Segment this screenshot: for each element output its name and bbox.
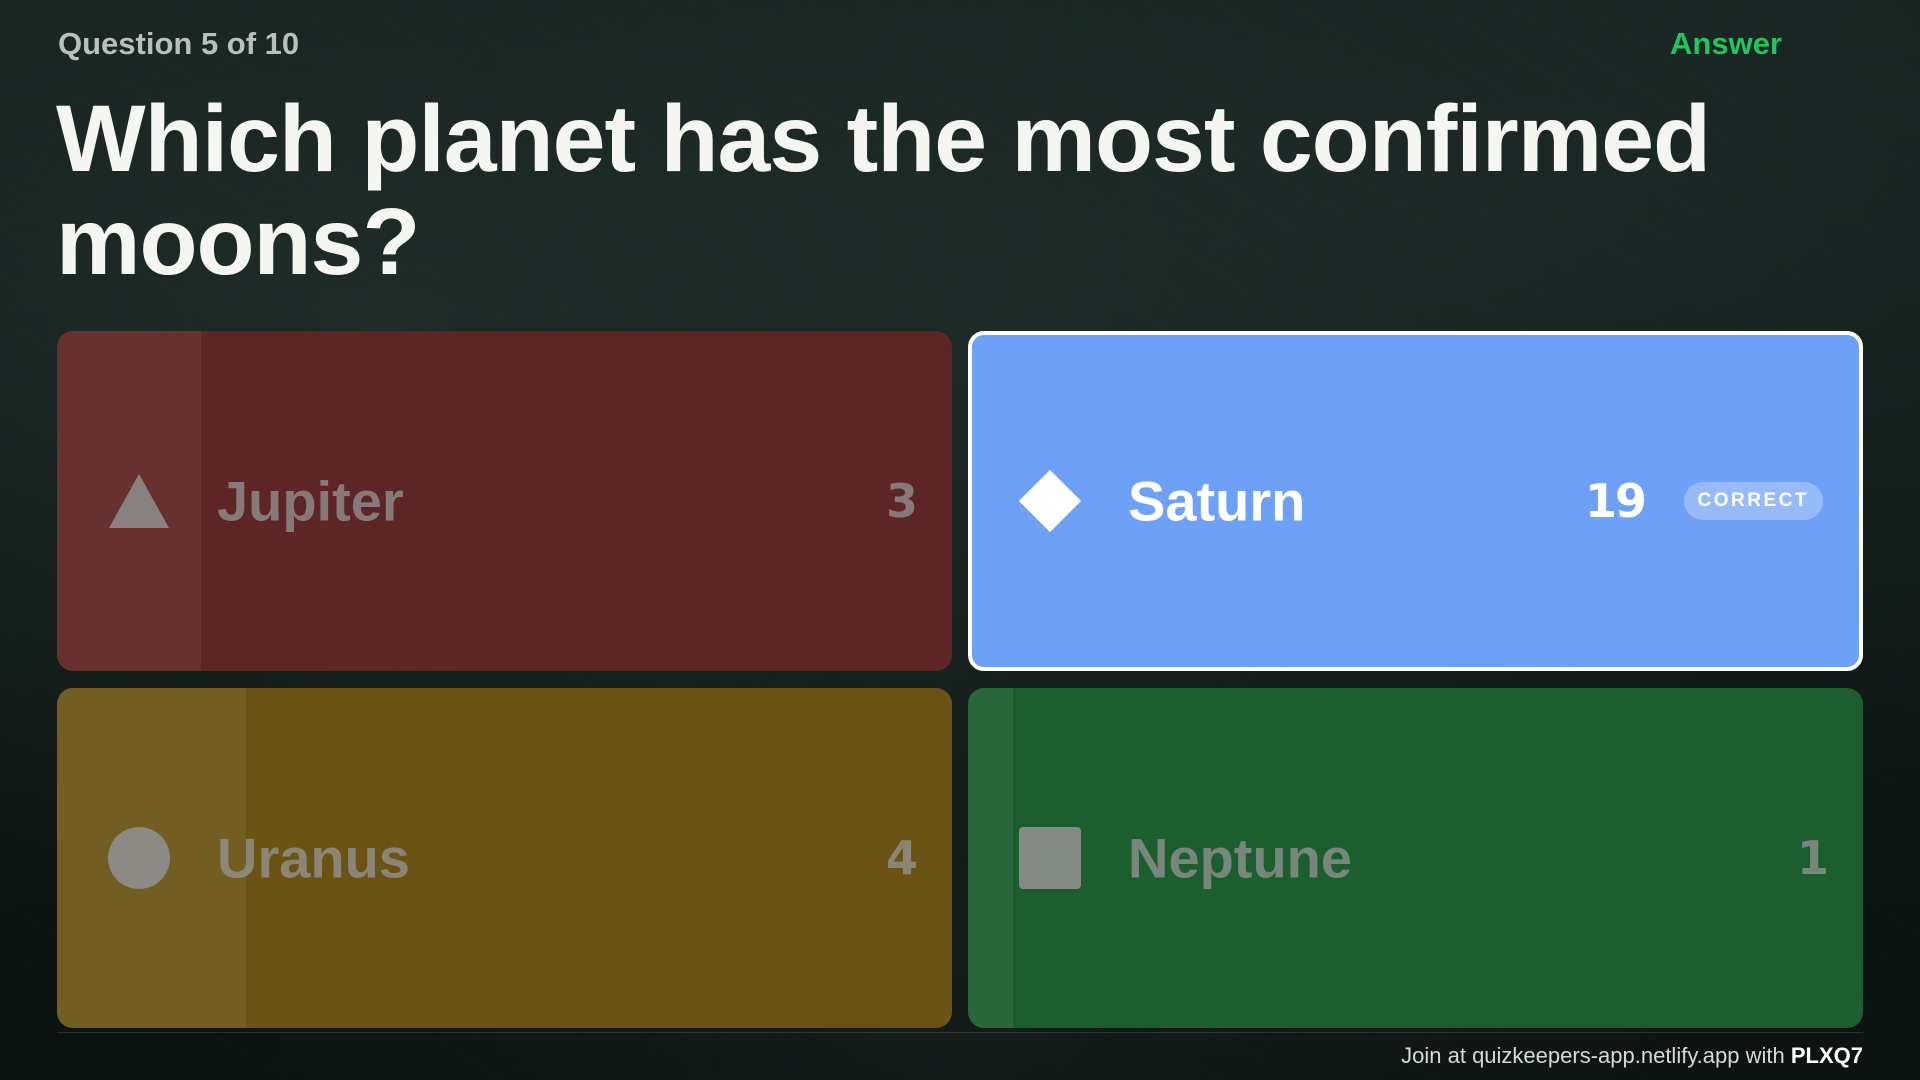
- answer-label: Jupiter: [217, 469, 404, 533]
- diamond-icon: [1018, 469, 1082, 533]
- quiz-stage: Question 5 of 10 Answer Which planet has…: [0, 0, 1920, 1080]
- answer-label: Saturn: [1128, 469, 1306, 533]
- footer-divider: [57, 1032, 1863, 1033]
- answer-label: Neptune: [1128, 826, 1352, 890]
- phase-label: Answer: [1670, 26, 1782, 61]
- join-code: PLXQ7: [1790, 1043, 1863, 1068]
- vote-stripe: [968, 688, 1013, 1028]
- vote-count: 1: [1796, 831, 1829, 885]
- answer-label: Uranus: [217, 826, 410, 890]
- vote-count: 4: [885, 831, 918, 885]
- vote-count: 3: [885, 474, 918, 528]
- answer-grid: Jupiter 3 Saturn 19 CORRECT Uranus 4 Nep…: [57, 331, 1863, 1031]
- square-icon: [1018, 826, 1082, 890]
- vote-count: 19: [1584, 474, 1647, 528]
- question-counter: Question 5 of 10: [58, 26, 300, 61]
- join-instructions: Join at quizkeepers-app.netlify.app with…: [1401, 1043, 1863, 1069]
- correct-badge: CORRECT: [1683, 482, 1823, 520]
- answer-card-jupiter[interactable]: Jupiter 3: [57, 331, 952, 671]
- answer-card-uranus[interactable]: Uranus 4: [57, 688, 952, 1028]
- answer-card-neptune[interactable]: Neptune 1: [968, 688, 1863, 1028]
- triangle-icon: [107, 469, 171, 533]
- circle-icon: [107, 826, 171, 890]
- answer-card-saturn[interactable]: Saturn 19 CORRECT: [968, 331, 1863, 671]
- join-text: Join at quizkeepers-app.netlify.app with: [1401, 1043, 1785, 1068]
- question-title: Which planet has the most confirmed moon…: [56, 86, 1711, 295]
